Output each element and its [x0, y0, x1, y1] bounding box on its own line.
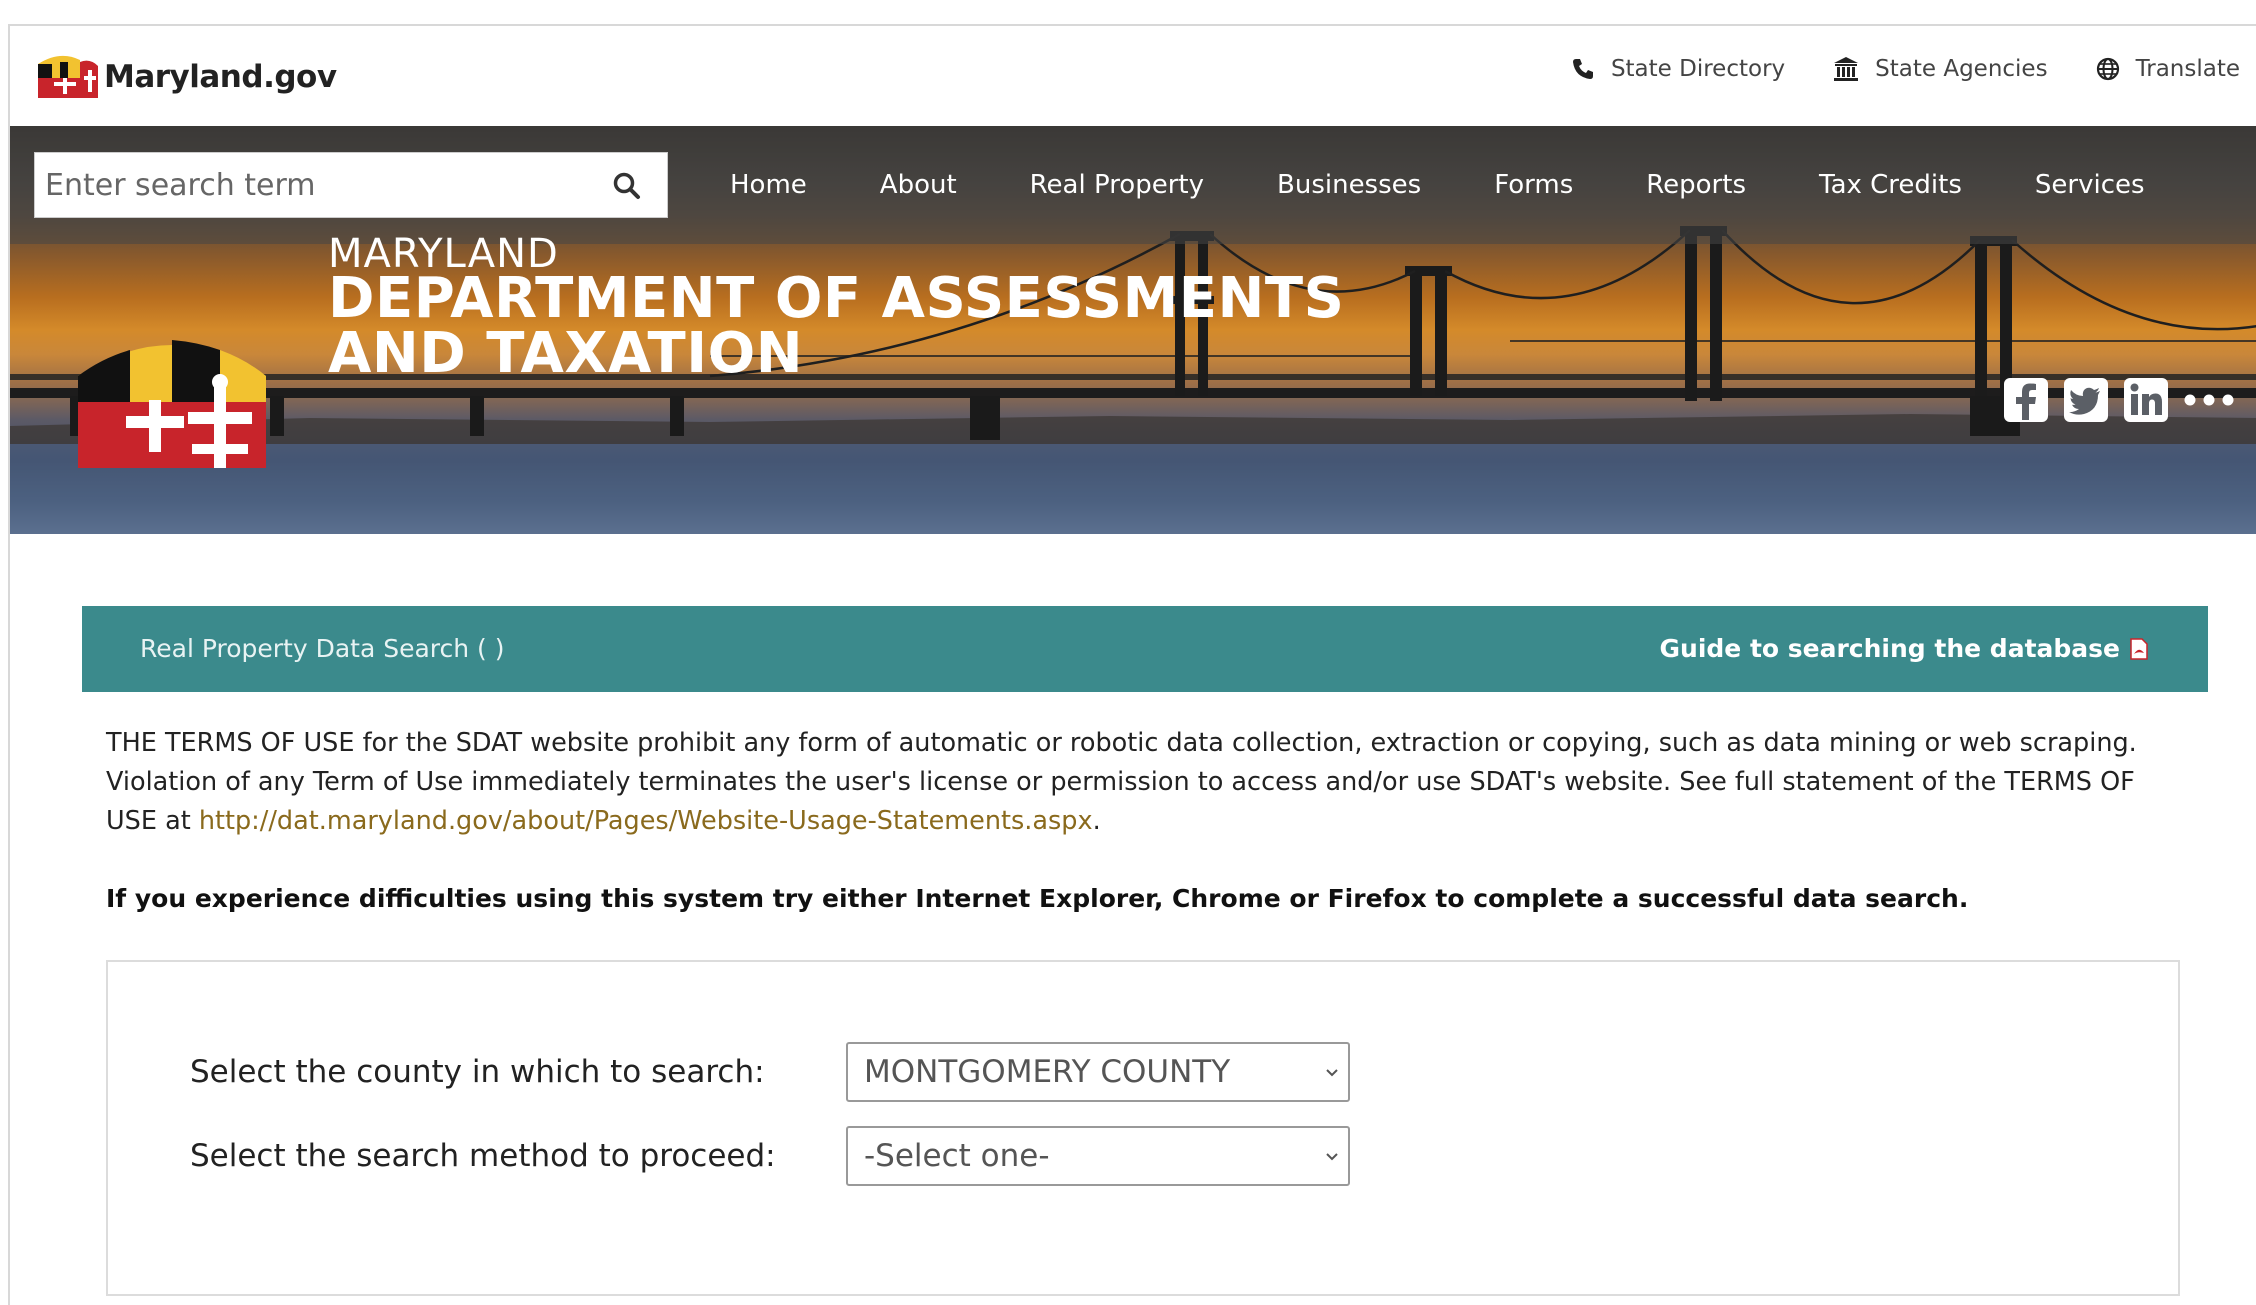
nav-services[interactable]: Services [2035, 170, 2145, 200]
method-select[interactable]: -Select one- [846, 1126, 1350, 1186]
nav-about[interactable]: About [880, 170, 957, 200]
more-icon[interactable] [2182, 376, 2236, 424]
county-select[interactable]: MONTGOMERY COUNTY [846, 1042, 1350, 1102]
nav-real-property[interactable]: Real Property [1030, 170, 1204, 200]
nav-businesses[interactable]: Businesses [1277, 170, 1421, 200]
social-links [1990, 376, 2236, 424]
main-nav-bar: Home About Real Property Businesses Form… [10, 126, 2256, 244]
search-input[interactable] [35, 155, 595, 215]
banner-title: Real Property Data Search ( ) [140, 634, 505, 663]
maryland-gov-logo[interactable]: Maryland.gov [32, 52, 337, 102]
search-icon[interactable] [611, 170, 643, 202]
nav-forms[interactable]: Forms [1494, 170, 1573, 200]
method-row: Select the search method to proceed: -Se… [190, 1126, 1350, 1186]
data-search-banner: Real Property Data Search ( ) Guide to s… [82, 606, 2208, 692]
primary-nav: Home About Real Property Businesses Form… [730, 170, 2145, 200]
search-form-panel: Select the county in which to search: MO… [106, 960, 2180, 1296]
pdf-icon [2130, 637, 2148, 660]
method-select-value: -Select one- [864, 1138, 1050, 1174]
utility-links: State Directory State Agencies Translate [1523, 56, 2240, 82]
dept-title-line2: AND TAXATION [328, 321, 804, 386]
phone-icon [1572, 59, 1593, 79]
county-select-value: MONTGOMERY COUNTY [864, 1054, 1231, 1090]
terms-end: . [1092, 806, 1101, 836]
search-box [34, 152, 668, 218]
county-row: Select the county in which to search: MO… [190, 1042, 1350, 1102]
state-directory-link[interactable]: State Directory [1571, 56, 1785, 82]
building-icon [1834, 57, 1859, 81]
globe-icon [2096, 57, 2119, 81]
browser-page: Maryland.gov State Directory State Agenc… [8, 24, 2256, 1305]
nav-tax-credits[interactable]: Tax Credits [1819, 170, 1962, 200]
browser-notice: If you experience difficulties using thi… [106, 884, 1969, 913]
translate-label: Translate [2135, 56, 2240, 82]
hero-banner: Home About Real Property Businesses Form… [10, 126, 2256, 534]
guide-link-label: Guide to searching the database [1659, 634, 2121, 663]
maryland-seal-icon [78, 340, 266, 468]
facebook-icon[interactable] [2002, 376, 2050, 424]
method-label: Select the search method to proceed: [190, 1138, 776, 1174]
linkedin-icon[interactable] [2122, 376, 2170, 424]
chevron-down-icon [1326, 1069, 1338, 1077]
terms-link[interactable]: http://dat.maryland.gov/about/Pages/Webs… [199, 806, 1093, 836]
nav-home[interactable]: Home [730, 170, 807, 200]
logo-text: Maryland.gov [104, 59, 337, 95]
nav-reports[interactable]: Reports [1646, 170, 1746, 200]
state-directory-label: State Directory [1610, 56, 1786, 82]
state-agencies-label: State Agencies [1875, 56, 2048, 82]
utility-bar: Maryland.gov State Directory State Agenc… [10, 26, 2256, 126]
county-label: Select the county in which to search: [190, 1054, 765, 1090]
chevron-down-icon [1326, 1153, 1338, 1161]
guide-link[interactable]: Guide to searching the database [1660, 634, 2149, 663]
terms-of-use-text: THE TERMS OF USE for the SDAT website pr… [106, 724, 2186, 841]
translate-link[interactable]: Translate [2096, 56, 2240, 82]
maryland-flag-icon [38, 55, 98, 98]
state-agencies-link[interactable]: State Agencies [1833, 56, 2048, 82]
twitter-icon[interactable] [2062, 376, 2110, 424]
